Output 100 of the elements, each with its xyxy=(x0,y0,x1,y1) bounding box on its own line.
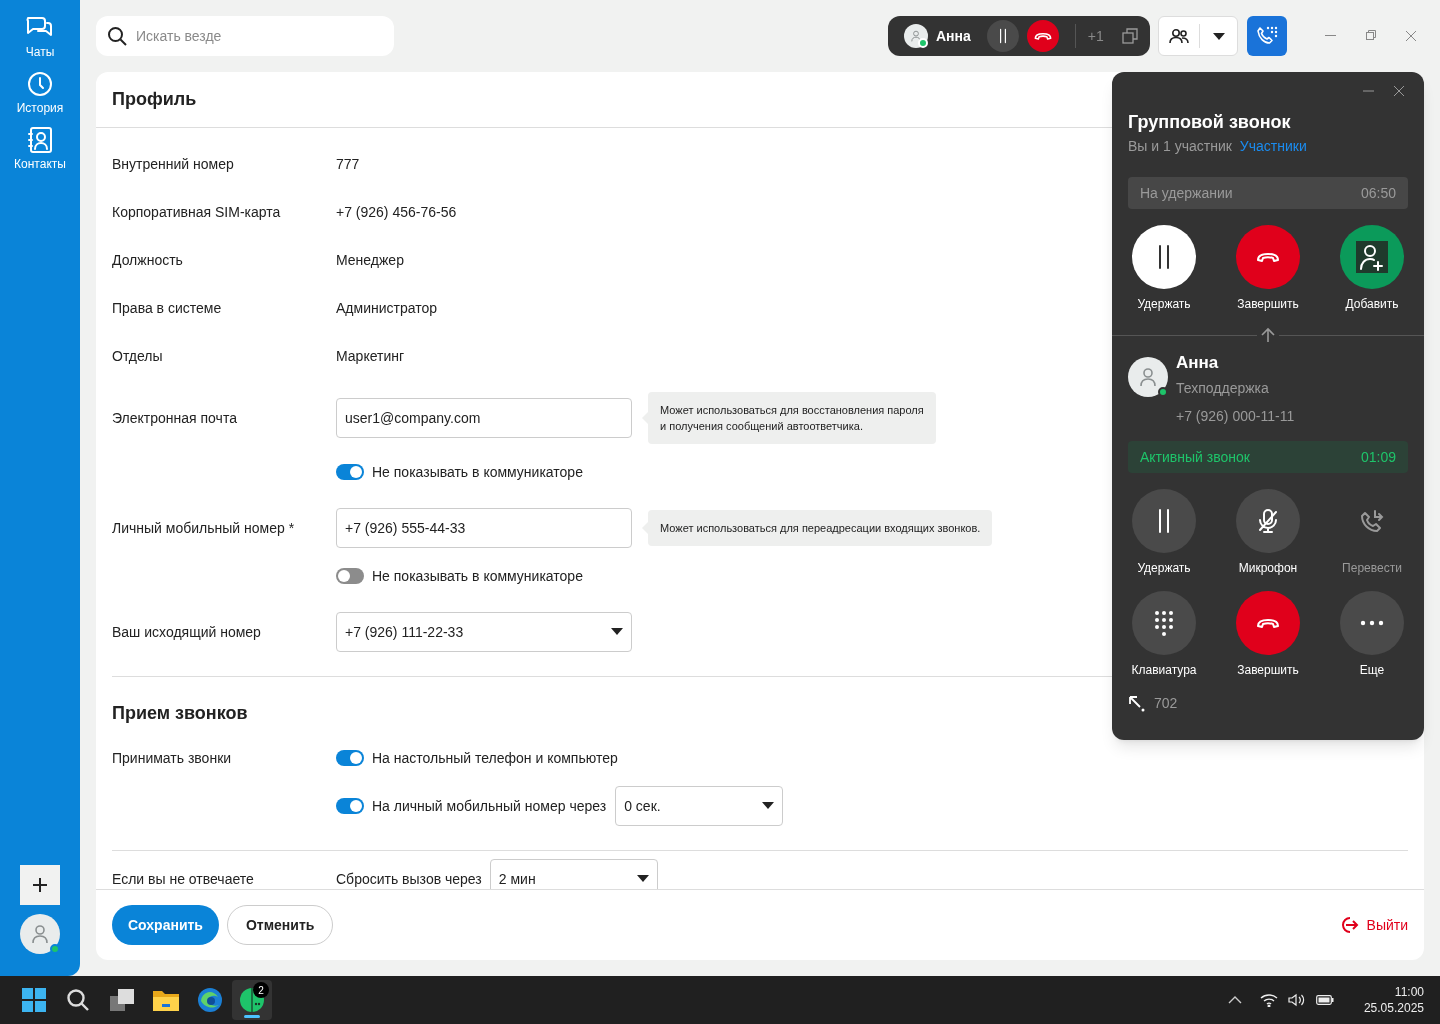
field-label: Если вы не отвечаете xyxy=(112,869,255,889)
call-action-label: Перевести xyxy=(1342,560,1402,577)
dropdown-caret-icon xyxy=(762,802,775,810)
save-button[interactable]: Сохранить xyxy=(112,905,219,945)
sidebar-item[interactable]: История xyxy=(0,70,80,126)
contact-name: Анна xyxy=(1176,353,1220,373)
call-status-bar: На удержании 06:50 xyxy=(1128,177,1408,209)
hang-up-icon xyxy=(1032,31,1053,41)
person-icon xyxy=(30,924,50,944)
field-label: Корпоративная SIM-карта xyxy=(112,202,282,222)
call-action-label: Клавиатура xyxy=(1131,662,1197,679)
overlapping-squares-icon[interactable] xyxy=(1122,28,1138,44)
hang-up-icon xyxy=(1255,251,1281,263)
sidebar-item[interactable]: Чаты xyxy=(0,14,80,70)
field-label: Сбросить вызов через xyxy=(336,869,482,889)
input-field[interactable]: user1@company.com xyxy=(336,398,632,438)
field-label: Электронная почта xyxy=(112,408,238,428)
add-button[interactable] xyxy=(20,865,60,905)
call-action-label: Завершить xyxy=(1237,296,1299,313)
plus-icon xyxy=(32,877,48,893)
restore-icon[interactable] xyxy=(1366,30,1376,40)
dropdown-field[interactable]: 2 мин xyxy=(489,859,658,889)
more-icon xyxy=(1360,620,1384,626)
phone-forward-icon xyxy=(1359,508,1385,534)
phone-dialpad-icon xyxy=(1256,25,1278,47)
field-value: 777 xyxy=(336,154,360,174)
toggle-label: Не показывать в коммуникаторе xyxy=(372,462,583,482)
toggle-label: На настольный телефон и компьютер xyxy=(372,748,618,768)
folder-icon[interactable] xyxy=(153,989,179,1011)
section-title: Прием звонков xyxy=(112,701,248,725)
call-action-label: Добавить xyxy=(1345,296,1399,313)
speaker-icon[interactable] xyxy=(1287,993,1306,1007)
arrow-up-icon[interactable] xyxy=(1261,327,1275,343)
field-value: Маркетинг xyxy=(336,346,405,366)
participant-count: +1 xyxy=(1087,26,1104,46)
people-icon xyxy=(1169,28,1189,44)
browser-icon[interactable] xyxy=(197,987,223,1013)
dialpad-call-button[interactable] xyxy=(1247,16,1287,56)
page-title: Профиль xyxy=(112,88,197,111)
active-call-bar[interactable]: Анна +1 xyxy=(888,16,1150,56)
person-icon xyxy=(910,30,922,42)
call-action-label: Микрофон xyxy=(1238,560,1298,577)
input-field[interactable]: +7 (926) 555-44-33 xyxy=(336,508,632,548)
call-action-label: Удержать xyxy=(1137,296,1191,313)
call-action-label: Удержать xyxy=(1137,560,1191,577)
hint-tooltip: Может использоваться для восстановления пароля и получения сообщений автоответчика. xyxy=(648,392,936,444)
muted-microphone-icon xyxy=(1257,508,1279,534)
field-label: Внутренний номер xyxy=(112,154,235,174)
dropdown-field[interactable]: +7 (926) 111-22-33 xyxy=(336,612,632,652)
keypad-icon xyxy=(1153,609,1175,637)
toggle-label: На личный мобильный номер через xyxy=(372,796,607,816)
call-action-label: Еще xyxy=(1359,662,1385,679)
field-value: Администратор xyxy=(336,298,437,318)
close-icon[interactable] xyxy=(1394,86,1404,96)
toggle-switch[interactable] xyxy=(336,464,364,480)
contact-department: Техподдержка xyxy=(1176,379,1270,398)
dropdown-caret-icon xyxy=(611,628,623,636)
field-label: Должность xyxy=(112,250,184,270)
field-value: Менеджер xyxy=(336,250,404,270)
hang-up-icon xyxy=(1255,617,1281,629)
dropdown-caret-icon xyxy=(1212,32,1225,40)
dropdown-field[interactable]: 0 сек. xyxy=(615,786,784,826)
notification-badge: 2 xyxy=(253,982,269,998)
call-status-bar: Активный звонок 01:09 xyxy=(1128,441,1408,473)
toggle-label: Не показывать в коммуникаторе xyxy=(372,566,583,586)
call-title: Групповой звонок xyxy=(1128,111,1292,134)
clock-icon xyxy=(26,70,54,98)
toggle-switch[interactable] xyxy=(336,798,364,814)
field-value: +7 (926) 456-76-56 xyxy=(336,202,457,222)
taskbar-app-button[interactable]: 2 xyxy=(232,980,272,1020)
field-label: Права в системе xyxy=(112,298,223,318)
logout-link[interactable]: Выйти xyxy=(1338,914,1408,936)
search-icon xyxy=(107,26,127,46)
expand-arrow-icon[interactable] xyxy=(1128,694,1146,713)
extension-number: 702 xyxy=(1154,694,1178,713)
field-label: Отделы xyxy=(112,346,164,366)
toggle-switch[interactable] xyxy=(336,750,364,766)
participants-dropdown[interactable] xyxy=(1158,16,1238,56)
call-action-label: Завершить xyxy=(1237,662,1299,679)
hold-button[interactable] xyxy=(986,20,1019,52)
toggle-switch[interactable] xyxy=(336,568,364,584)
contact-phone: +7 (926) 000-11-11 xyxy=(1176,407,1295,426)
search-icon[interactable] xyxy=(66,988,90,1012)
participants-link[interactable]: Участники xyxy=(1239,136,1307,157)
search-field[interactable]: Искать везде xyxy=(96,16,394,56)
clock-time: 11:00 xyxy=(1394,984,1424,1000)
dropdown-caret-icon xyxy=(636,875,649,883)
contact-card-icon xyxy=(26,126,54,154)
wifi-icon[interactable] xyxy=(1259,993,1278,1007)
hang-up-button[interactable] xyxy=(1026,20,1059,52)
sidebar-item[interactable]: Контакты xyxy=(0,126,80,182)
call-subtitle: Вы и 1 участник xyxy=(1128,137,1232,156)
windows-logo-icon[interactable] xyxy=(22,988,46,1012)
caller-name: Анна xyxy=(936,26,971,46)
close-icon[interactable] xyxy=(1406,31,1416,41)
task-view-icon[interactable] xyxy=(110,989,134,1011)
clock-date: 25.05.2025 xyxy=(1363,1000,1424,1016)
person-icon xyxy=(1138,367,1158,387)
chevron-up-icon[interactable] xyxy=(1227,996,1242,1004)
battery-icon[interactable] xyxy=(1315,995,1334,1005)
